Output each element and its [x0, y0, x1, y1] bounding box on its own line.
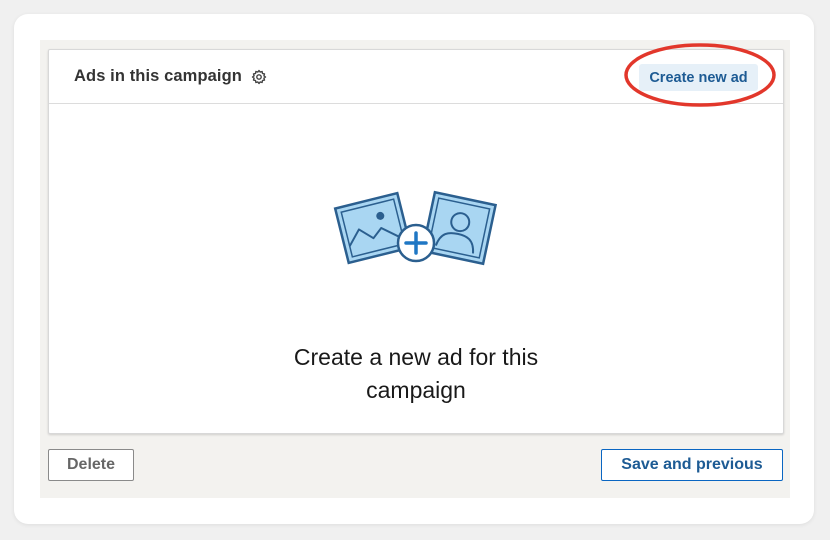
empty-state-message: Create a new ad for this campaign	[293, 344, 539, 403]
delete-button[interactable]: Delete	[48, 449, 134, 481]
panel-title: Ads in this campaign	[74, 67, 242, 85]
panel-header: Ads in this campaign Create new ad	[49, 43, 783, 107]
ads-panel: Ads in this campaign Create new ad Creat…	[48, 43, 784, 434]
image-and-profile-with-add-icon	[333, 190, 498, 266]
gear-icon[interactable]	[251, 69, 267, 85]
create-new-ad-button[interactable]: Create new ad	[639, 64, 758, 91]
save-and-previous-button[interactable]: Save and previous	[601, 449, 783, 481]
